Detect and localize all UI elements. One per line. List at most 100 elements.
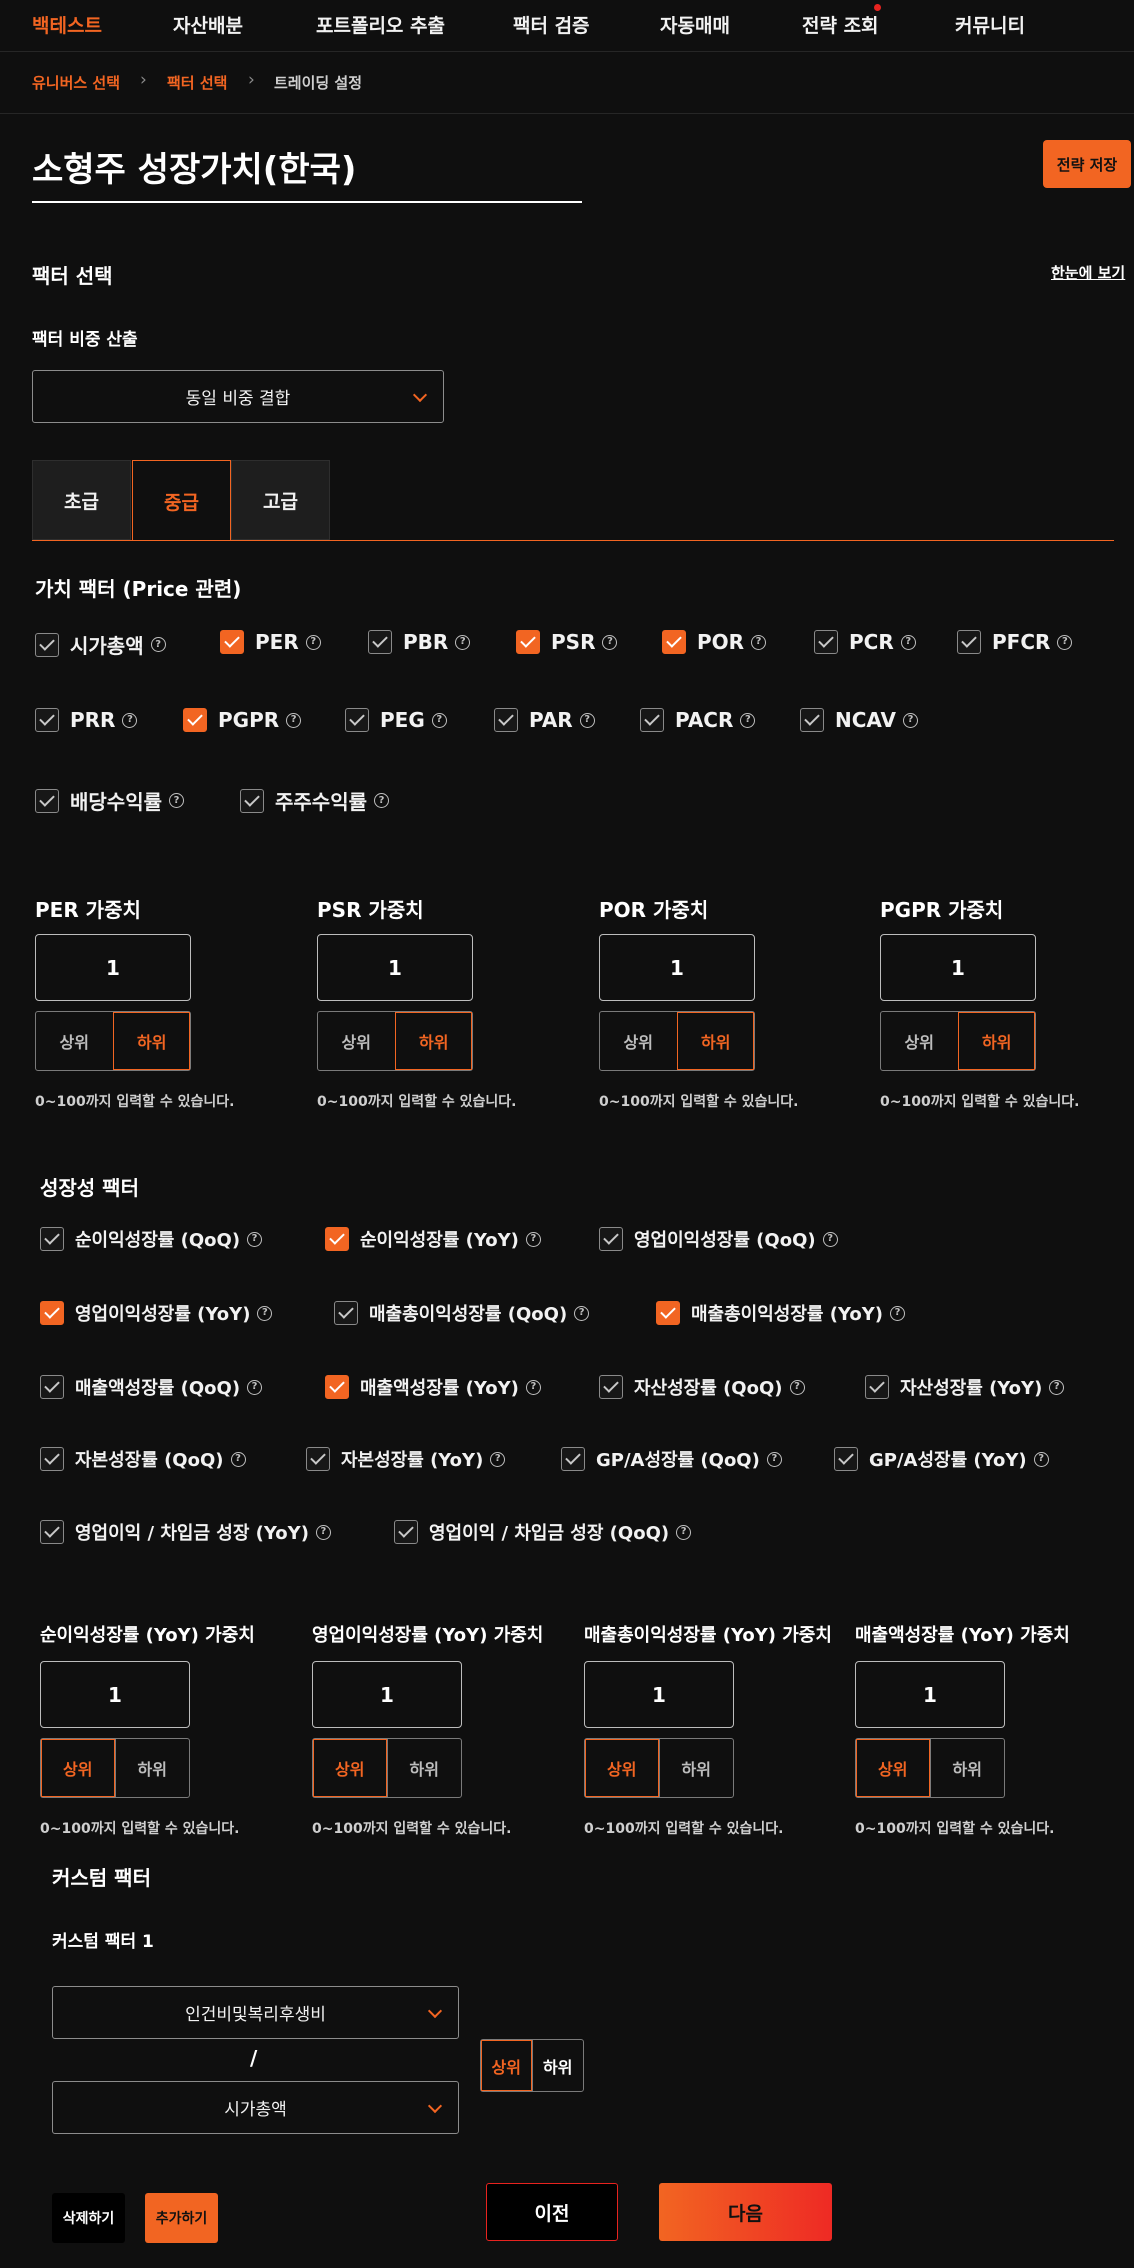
breadcrumb-factor[interactable]: 팩터 선택 [167, 72, 227, 93]
help-icon[interactable]: ? [490, 1451, 506, 1467]
checkbox-unchecked-icon[interactable] [865, 1375, 889, 1399]
bottom-option[interactable]: 하위 [386, 1739, 462, 1797]
checkbox-unchecked-icon[interactable] [40, 1447, 64, 1471]
checkbox-unchecked-icon[interactable] [599, 1375, 623, 1399]
tab-advanced[interactable]: 고급 [231, 460, 330, 540]
top-option[interactable]: 상위 [600, 1012, 677, 1070]
value_factors-checkbox-0[interactable]: 시가총액? [35, 630, 166, 659]
value_factors-checkbox-3[interactable]: PSR? [516, 630, 618, 654]
checkbox-checked-icon[interactable] [325, 1227, 349, 1251]
help-icon[interactable]: ? [122, 712, 138, 728]
weight-input[interactable] [855, 1661, 1005, 1728]
growth_factors-checkbox-10[interactable]: 자본성장률 (QoQ)? [40, 1446, 246, 1472]
help-icon[interactable]: ? [676, 1524, 692, 1540]
help-icon[interactable]: ? [900, 634, 916, 650]
top-option[interactable]: 상위 [318, 1012, 395, 1070]
checkbox-unchecked-icon[interactable] [35, 788, 59, 813]
help-icon[interactable]: ? [169, 793, 184, 808]
help-icon[interactable]: ? [903, 712, 919, 728]
help-icon[interactable]: ? [525, 1379, 541, 1395]
bottom-option[interactable]: 하위 [112, 1012, 190, 1070]
custom-denominator-select[interactable]: 시가총액 [52, 2081, 459, 2134]
help-icon[interactable]: ? [1033, 1451, 1049, 1467]
tab-beginner[interactable]: 초급 [32, 460, 131, 540]
custom-bottom-option[interactable]: 하위 [531, 2040, 584, 2091]
checkbox-unchecked-icon[interactable] [368, 630, 392, 654]
checkbox-unchecked-icon[interactable] [334, 1301, 358, 1325]
checkbox-unchecked-icon[interactable] [240, 788, 264, 813]
help-icon[interactable]: ? [247, 1231, 263, 1247]
growth_factors-checkbox-13[interactable]: GP/A성장률 (YoY)? [834, 1446, 1049, 1472]
help-icon[interactable]: ? [602, 634, 618, 650]
prev-button[interactable]: 이전 [486, 2183, 618, 2241]
growth_factors-checkbox-4[interactable]: 매출총이익성장률 (QoQ)? [334, 1300, 590, 1326]
nav-strategy-search[interactable]: 전략 조회 [802, 11, 879, 38]
value_factors-checkbox-1[interactable]: PER? [220, 630, 321, 654]
growth_factors-checkbox-0[interactable]: 순이익성장률 (QoQ)? [40, 1226, 263, 1252]
growth_factors-checkbox-1[interactable]: 순이익성장률 (YoY)? [325, 1226, 541, 1252]
add-button[interactable]: 추가하기 [145, 2193, 218, 2243]
help-icon[interactable]: ? [1049, 1379, 1065, 1395]
weight-input[interactable] [880, 934, 1036, 1001]
help-icon[interactable]: ? [889, 1305, 905, 1321]
help-icon[interactable]: ? [150, 637, 166, 652]
nav-community[interactable]: 커뮤니티 [955, 11, 1025, 38]
weight-input[interactable] [312, 1661, 462, 1728]
help-icon[interactable]: ? [574, 1305, 590, 1321]
growth_factors-checkbox-9[interactable]: 자산성장률 (YoY)? [865, 1374, 1065, 1400]
checkbox-unchecked-icon[interactable] [35, 708, 59, 732]
growth_factors-checkbox-6[interactable]: 매출액성장률 (QoQ)? [40, 1374, 263, 1400]
view-all-link[interactable]: 한눈에 보기 [1051, 262, 1125, 283]
growth_factors-checkbox-15[interactable]: 영업이익 / 차입금 성장 (QoQ)? [394, 1519, 692, 1545]
tab-intermediate[interactable]: 중급 [132, 460, 231, 541]
help-icon[interactable]: ? [789, 1379, 805, 1395]
nav-portfolio-extract[interactable]: 포트폴리오 추출 [316, 11, 445, 38]
checkbox-unchecked-icon[interactable] [599, 1227, 623, 1251]
checkbox-unchecked-icon[interactable] [834, 1447, 858, 1471]
checkbox-checked-icon[interactable] [183, 708, 207, 732]
top-option[interactable]: 상위 [41, 1739, 115, 1797]
help-icon[interactable]: ? [455, 634, 471, 650]
custom-numerator-select[interactable]: 인건비및복리후생비 [52, 1986, 459, 2039]
help-icon[interactable]: ? [431, 712, 447, 728]
help-icon[interactable]: ? [766, 1451, 782, 1467]
value_factors-checkbox-12[interactable]: NCAV? [800, 708, 919, 732]
nav-backtest[interactable]: 백테스트 [32, 11, 102, 38]
weight-method-select[interactable]: 동일 비중 결합 [32, 370, 444, 423]
top-option[interactable]: 상위 [856, 1739, 930, 1797]
value_factors-checkbox-10[interactable]: PAR? [494, 708, 595, 732]
top-option[interactable]: 상위 [313, 1739, 387, 1797]
help-icon[interactable]: ? [247, 1379, 263, 1395]
help-icon[interactable]: ? [374, 793, 389, 808]
value_factors-checkbox-6[interactable]: PFCR? [957, 630, 1073, 654]
checkbox-unchecked-icon[interactable] [800, 708, 824, 732]
bottom-option[interactable]: 하위 [114, 1739, 190, 1797]
bottom-option[interactable]: 하위 [658, 1739, 734, 1797]
weight-input[interactable] [35, 934, 191, 1001]
value_factors-checkbox-8[interactable]: PGPR? [183, 708, 302, 732]
checkbox-checked-icon[interactable] [516, 630, 540, 654]
weight-input[interactable] [584, 1661, 734, 1728]
top-option[interactable]: 상위 [36, 1012, 113, 1070]
checkbox-checked-icon[interactable] [220, 630, 244, 654]
checkbox-checked-icon[interactable] [40, 1301, 64, 1325]
nav-asset-allocation[interactable]: 자산배분 [173, 11, 243, 38]
weight-input[interactable] [317, 934, 473, 1001]
top-option[interactable]: 상위 [585, 1739, 659, 1797]
help-icon[interactable]: ? [740, 712, 756, 728]
growth_factors-checkbox-3[interactable]: 영업이익성장률 (YoY)? [40, 1300, 273, 1326]
checkbox-unchecked-icon[interactable] [35, 632, 59, 657]
help-icon[interactable]: ? [230, 1451, 246, 1467]
checkbox-unchecked-icon[interactable] [40, 1375, 64, 1399]
help-icon[interactable]: ? [257, 1305, 273, 1321]
save-strategy-button[interactable]: 전략 저장 [1043, 140, 1131, 188]
growth_factors-checkbox-7[interactable]: 매출액성장률 (YoY)? [325, 1374, 541, 1400]
help-icon[interactable]: ? [305, 634, 321, 650]
value_factors-checkbox-4[interactable]: POR? [662, 630, 767, 654]
help-icon[interactable]: ? [525, 1231, 541, 1247]
nav-factor-validation[interactable]: 팩터 검증 [513, 11, 590, 38]
weight-input[interactable] [40, 1661, 190, 1728]
next-button[interactable]: 다음 [659, 2183, 832, 2241]
growth_factors-checkbox-11[interactable]: 자본성장률 (YoY)? [306, 1446, 506, 1472]
weight-input[interactable] [599, 934, 755, 1001]
